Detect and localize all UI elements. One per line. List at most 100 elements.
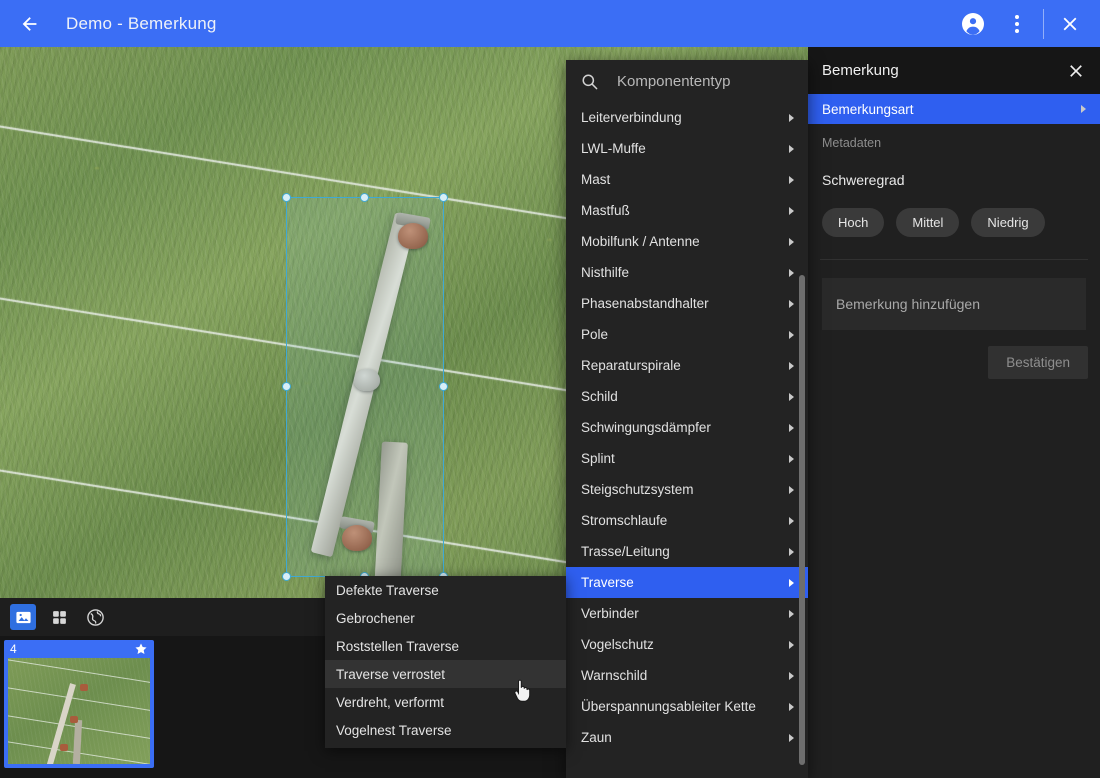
view-mode-grid-button[interactable] bbox=[46, 604, 72, 630]
menu-item-verbinder[interactable]: Verbinder bbox=[566, 598, 808, 629]
resize-handle-middle-right[interactable] bbox=[439, 382, 448, 391]
close-icon bbox=[1059, 13, 1081, 35]
chevron-right-icon bbox=[789, 424, 794, 432]
globe-icon bbox=[86, 608, 105, 627]
menu-item-trasse-leitung[interactable]: Trasse/Leitung bbox=[566, 536, 808, 567]
app-header: Demo - Bemerkung bbox=[0, 0, 1100, 47]
more-vert-icon bbox=[1015, 15, 1019, 33]
menu-item-label: Pole bbox=[581, 327, 608, 342]
menu-item-pole[interactable]: Pole bbox=[566, 319, 808, 350]
menu-item-mastfuss[interactable]: Mastfuß bbox=[566, 195, 808, 226]
resize-handle-top-left[interactable] bbox=[282, 193, 291, 202]
thumbnail-index: 4 bbox=[10, 642, 17, 656]
account-circle-icon bbox=[961, 12, 985, 36]
back-button[interactable] bbox=[6, 0, 54, 47]
menu-item-stromschlaufe[interactable]: Stromschlaufe bbox=[566, 505, 808, 536]
submenu-item[interactable]: Roststellen Traverse bbox=[325, 632, 566, 660]
menu-item-label: Reparaturspirale bbox=[581, 358, 681, 373]
menu-item-label: Mastfuß bbox=[581, 203, 630, 218]
annotation-bounding-box[interactable] bbox=[286, 197, 444, 577]
chevron-right-icon bbox=[789, 114, 794, 122]
resize-handle-bottom-left[interactable] bbox=[282, 572, 291, 581]
menu-item-label: Steigschutzsystem bbox=[581, 482, 694, 497]
menu-item-splint[interactable]: Splint bbox=[566, 443, 808, 474]
submenu-item[interactable]: Gebrochener bbox=[325, 604, 566, 632]
chevron-right-icon bbox=[789, 672, 794, 680]
submenu-item[interactable]: Defekte Traverse bbox=[325, 576, 566, 604]
menu-item-label: Nisthilfe bbox=[581, 265, 629, 280]
menu-item-leiterverbindung[interactable]: Leiterverbindung bbox=[566, 102, 808, 133]
resize-handle-top-center[interactable] bbox=[360, 193, 369, 202]
menu-item-traverse[interactable]: Traverse bbox=[566, 567, 808, 598]
severity-chip-niedrig[interactable]: Niedrig bbox=[971, 208, 1044, 237]
menu-item-label: Stromschlaufe bbox=[581, 513, 667, 528]
severity-label: Schweregrad bbox=[808, 150, 1100, 188]
bemerkungsart-row[interactable]: Bemerkungsart bbox=[808, 94, 1100, 124]
menu-item-lwl-muffe[interactable]: LWL-Muffe bbox=[566, 133, 808, 164]
severity-chip-hoch[interactable]: Hoch bbox=[822, 208, 884, 237]
chevron-right-icon bbox=[789, 703, 794, 711]
menu-item-warnschild[interactable]: Warnschild bbox=[566, 660, 808, 691]
menu-item-label: Mobilfunk / Antenne bbox=[581, 234, 700, 249]
panel-title: Bemerkung bbox=[822, 62, 899, 79]
chevron-right-icon bbox=[789, 641, 794, 649]
menu-item-reparaturspirale[interactable]: Reparaturspirale bbox=[566, 350, 808, 381]
resize-handle-top-right[interactable] bbox=[439, 193, 448, 202]
submenu-item[interactable]: Vogelnest Traverse bbox=[325, 716, 566, 744]
menu-item-mast[interactable]: Mast bbox=[566, 164, 808, 195]
view-mode-image-button[interactable] bbox=[10, 604, 36, 630]
menu-item-label: Mast bbox=[581, 172, 610, 187]
grid-icon bbox=[51, 609, 68, 626]
arrow-back-icon bbox=[19, 13, 41, 35]
metadata-label: Metadaten bbox=[808, 124, 1100, 150]
menu-item-label: Vogelschutz bbox=[581, 637, 654, 652]
chevron-right-icon bbox=[789, 579, 794, 587]
chevron-right-icon bbox=[789, 610, 794, 618]
view-mode-map-button[interactable] bbox=[82, 604, 108, 630]
confirm-row: Bestätigen bbox=[808, 330, 1100, 379]
menu-item-label: Schild bbox=[581, 389, 618, 404]
star-icon[interactable] bbox=[134, 642, 148, 656]
menu-item-label: Warnschild bbox=[581, 668, 647, 683]
menu-item-label: Schwingungsdämpfer bbox=[581, 420, 711, 435]
menu-item-schwingungsdaempfer[interactable]: Schwingungsdämpfer bbox=[566, 412, 808, 443]
component-search-row bbox=[566, 60, 808, 102]
account-button[interactable] bbox=[951, 0, 995, 47]
comment-input[interactable]: Bemerkung hinzufügen bbox=[822, 278, 1086, 330]
menu-item-label: Zaun bbox=[581, 730, 612, 745]
thumbnail-item[interactable]: 4 bbox=[4, 640, 154, 768]
menu-item-label: Trasse/Leitung bbox=[581, 544, 670, 559]
overflow-menu-button[interactable] bbox=[995, 0, 1039, 47]
panel-header: Bemerkung bbox=[808, 47, 1100, 94]
menu-item-label: Phasenabstandhalter bbox=[581, 296, 709, 311]
component-search-input[interactable] bbox=[617, 73, 777, 90]
header-divider bbox=[1043, 9, 1044, 39]
chevron-right-icon bbox=[789, 734, 794, 742]
menu-item-zaun[interactable]: Zaun bbox=[566, 722, 808, 753]
submenu-item[interactable]: Verdreht, verformt bbox=[325, 688, 566, 716]
menu-item-vogelschutz[interactable]: Vogelschutz bbox=[566, 629, 808, 660]
close-window-button[interactable] bbox=[1048, 0, 1092, 47]
menu-item-mobilfunk-antenne[interactable]: Mobilfunk / Antenne bbox=[566, 226, 808, 257]
chevron-right-icon bbox=[789, 176, 794, 184]
menu-scrollbar-thumb[interactable] bbox=[799, 275, 805, 765]
panel-divider bbox=[820, 259, 1088, 260]
menu-item-phasenabstandhalter[interactable]: Phasenabstandhalter bbox=[566, 288, 808, 319]
chevron-right-icon bbox=[789, 269, 794, 277]
menu-item-label: Traverse bbox=[581, 575, 634, 590]
panel-close-icon[interactable] bbox=[1066, 61, 1086, 81]
menu-item-label: LWL-Muffe bbox=[581, 141, 646, 156]
confirm-button[interactable]: Bestätigen bbox=[988, 346, 1088, 379]
submenu-item-hovered[interactable]: Traverse verrostet bbox=[325, 660, 566, 688]
severity-chip-group: Hoch Mittel Niedrig bbox=[808, 188, 1100, 237]
chevron-right-icon bbox=[789, 331, 794, 339]
chevron-right-icon bbox=[789, 145, 794, 153]
menu-item-schild[interactable]: Schild bbox=[566, 381, 808, 412]
chevron-right-icon bbox=[789, 207, 794, 215]
menu-item-ueberspannungsableiter-kette[interactable]: Überspannungsableiter Kette bbox=[566, 691, 808, 722]
menu-item-nisthilfe[interactable]: Nisthilfe bbox=[566, 257, 808, 288]
search-icon[interactable] bbox=[580, 72, 599, 91]
severity-chip-mittel[interactable]: Mittel bbox=[896, 208, 959, 237]
menu-item-steigschutzsystem[interactable]: Steigschutzsystem bbox=[566, 474, 808, 505]
resize-handle-middle-left[interactable] bbox=[282, 382, 291, 391]
